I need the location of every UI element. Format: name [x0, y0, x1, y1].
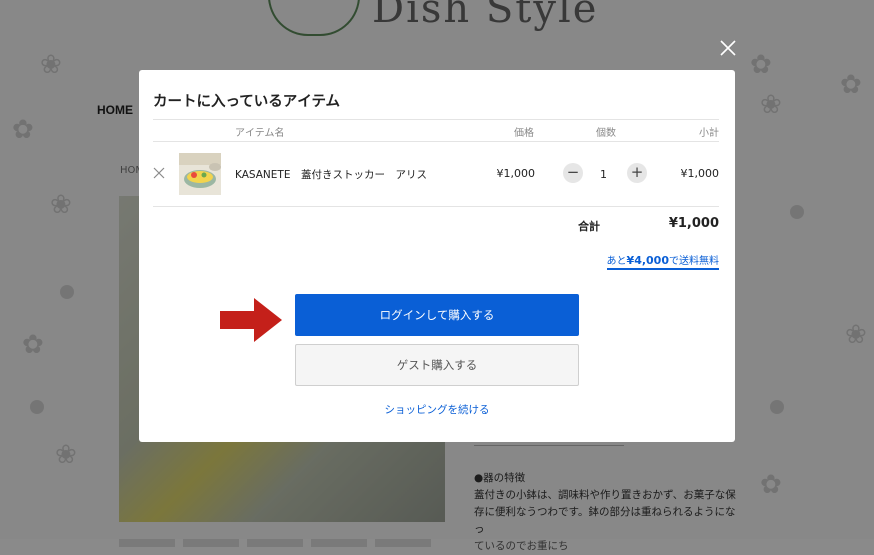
thumbnail[interactable]	[119, 539, 175, 547]
thumbnail[interactable]	[183, 539, 239, 547]
free-shipping-link[interactable]: あと¥4,000で送料無料	[606, 252, 719, 270]
thumbnail[interactable]	[247, 539, 303, 547]
item-subtotal: ¥1,000	[680, 167, 720, 180]
quantity-increase-button[interactable]: +	[627, 163, 647, 183]
cart-modal: カートに入っているアイテム アイテム名 価格 個数 小計 KASANETE 蓋付…	[139, 70, 735, 442]
item-thumbnail[interactable]	[179, 153, 221, 195]
column-price: 価格	[514, 128, 534, 139]
cart-table-header: アイテム名 価格 個数 小計	[153, 119, 719, 142]
free-shipping-amount: ¥4,000	[626, 254, 669, 267]
login-purchase-button[interactable]: ログインして購入する	[295, 294, 579, 336]
quantity-value: 1	[600, 168, 607, 181]
cart-table: アイテム名 価格 個数 小計 KASANETE 蓋付きストッカー アリス ¥1,…	[153, 119, 719, 207]
column-quantity: 個数	[596, 128, 616, 139]
table-row: KASANETE 蓋付きストッカー アリス ¥1,000 − 1 + ¥1,00…	[153, 142, 719, 207]
guest-purchase-button[interactable]: ゲスト購入する	[295, 344, 579, 386]
item-name[interactable]: KASANETE 蓋付きストッカー アリス	[235, 167, 427, 182]
close-icon[interactable]	[716, 36, 740, 60]
column-item-name: アイテム名	[235, 128, 285, 139]
remove-item-icon[interactable]	[153, 167, 165, 179]
arrow-right-icon	[220, 298, 282, 342]
thumbnail[interactable]	[311, 539, 367, 547]
item-price: ¥1,000	[496, 167, 536, 180]
thumbnail[interactable]	[375, 539, 431, 547]
total-label: 合計	[578, 220, 600, 233]
total-value: ¥1,000	[668, 216, 719, 231]
continue-shopping-link[interactable]: ショッピングを続ける	[139, 402, 735, 417]
modal-title: カートに入っているアイテム	[153, 94, 341, 110]
column-subtotal: 小計	[699, 128, 719, 139]
quantity-decrease-button[interactable]: −	[563, 163, 583, 183]
